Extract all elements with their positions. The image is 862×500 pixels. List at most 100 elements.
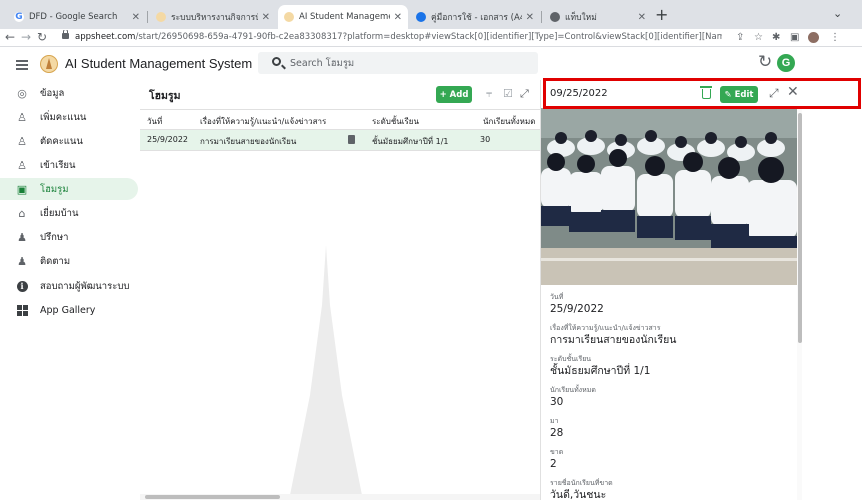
field-value: 2 [550,458,557,470]
sidebar-item-contact-developer[interactable]: i สอบถามผู้พัฒนาระบบ [0,275,138,297]
sidebar-item-label: ตัดคะแนน [40,135,83,147]
url-host: appsheet.com [75,32,136,42]
column-header-total-students[interactable]: นักเรียนทั้งหมด [483,115,535,128]
tab-divider [147,11,148,23]
homeroom-photo [541,108,797,285]
info-icon: i [16,280,28,292]
browser-menu-icon[interactable]: ⋮ [830,31,840,44]
sidebar-item-label: โฮมรูม [40,183,69,195]
chrome-favicon-icon [550,12,560,22]
browser-tab-manual-doc[interactable]: คู่มือการใช้ - เอกสาร (A4) ✕ [410,5,540,29]
horizontal-scrollbar[interactable] [140,494,540,500]
browser-tab-student-affairs[interactable]: ระบบบริหารงานกิจการนักเรียน อร ✕ [150,5,276,29]
field-label: มา [550,417,559,425]
tab-search-button[interactable]: ⌄ [833,7,842,20]
close-tab-icon[interactable]: ✕ [262,12,270,23]
document-icon [348,135,355,144]
sidebar-item-label: สอบถามผู้พัฒนาระบบ [40,280,130,292]
forward-arrow-icon[interactable]: → [21,30,31,45]
app-logo [40,55,58,73]
sidebar-nav: ◎ ข้อมูล ♙ เพิ่มคะแนน ♙ ตัดคะแนน ♙ เข้าเ… [0,80,140,500]
reload-icon[interactable]: ↻ [37,30,47,45]
sidebar-item-deduct-score[interactable]: ♙ ตัดคะแนน [0,130,138,152]
field-value: 25/9/2022 [550,303,604,315]
field-present: มา 28 [550,416,790,440]
app-gallery-icon [16,304,28,316]
browser-tab-google-search[interactable]: G DFD - Google Search ✕ [8,5,146,29]
select-checkbox-icon[interactable]: ☑ [503,88,513,100]
user-avatar[interactable]: G [777,54,795,72]
url-field[interactable]: appsheet.com/start/26950698-659a-4791-90… [62,30,722,45]
field-absent: ขาด 2 [550,447,790,471]
field-date: วันที่ 25/9/2022 [550,292,790,316]
profile-avatar-icon[interactable] [808,32,819,43]
vertical-scrollbar[interactable] [797,108,802,500]
menu-hamburger-icon[interactable] [16,60,28,70]
cell-topic: การมาเรียนสายของนักเรียน [200,137,297,146]
share-icon[interactable]: ⇪ [736,31,744,44]
sidebar-item-data[interactable]: ◎ ข้อมูล [0,82,138,104]
docs-favicon-icon [416,12,426,22]
filter-icon[interactable]: ⫧ [486,88,492,100]
sidebar-item-label: ข้อมูล [40,87,65,99]
classroom-icon: ▣ [16,182,28,196]
side-panel-icon[interactable]: ▣ [790,31,799,44]
browser-tab-new-tab[interactable]: แท็บใหม่ ✕ [544,5,652,29]
expand-view-icon[interactable]: ⤢ [520,88,529,100]
cell-date: 25/9/2022 [147,135,189,144]
field-topic: เรื่องที่ให้ความรู้/แนะนำ/แจ้งข่าวสาร กา… [550,323,790,347]
tab-label: DFD - Google Search [29,12,118,22]
field-total-students: นักเรียนทั้งหมด 30 [550,385,790,409]
column-header-date[interactable]: วันที่ [147,115,162,128]
browser-tab-bar: G DFD - Google Search ✕ ระบบบริหารงานกิจ… [0,0,862,29]
home-visit-icon: ⌂ [18,206,26,220]
sidebar-item-follow-up[interactable]: ♟ ติดตาม [0,250,138,272]
back-arrow-icon[interactable]: ← [5,30,15,45]
table-row[interactable]: 25/9/2022 การมาเรียนสายของนักเรียน ชั้นม… [140,130,540,151]
close-tab-icon[interactable]: ✕ [132,12,140,23]
sidebar-item-label: เยี่ยมบ้าน [40,207,79,219]
bookmark-star-icon[interactable]: ☆ [754,31,763,44]
app-title: AI Student Management System [65,56,253,71]
app-header: AI Student Management System Search โฮมร… [0,48,862,80]
scrollbar-thumb[interactable] [145,495,280,499]
lock-icon [62,30,69,39]
search-input[interactable]: Search โฮมรูม [258,52,538,74]
field-label: ระดับชั้นเรียน [550,355,592,363]
refresh-icon[interactable]: ↻ [758,52,772,72]
consult-icon: ♟ [17,230,27,244]
sidebar-item-home-visit[interactable]: ⌂ เยี่ยมบ้าน [0,202,138,224]
field-value: วันดี,วันชนะ [550,489,607,500]
info-glyph: i [16,280,28,292]
sidebar-item-app-gallery[interactable]: App Gallery [0,299,138,321]
column-header-class-level[interactable]: ระดับชั้นเรียน [372,115,419,128]
add-button[interactable]: + Add [436,86,472,103]
person-add-icon: ♙ [17,110,27,124]
tab-label: แท็บใหม่ [565,13,597,23]
sidebar-item-add-score[interactable]: ♙ เพิ่มคะแนน [0,106,138,128]
field-value: 28 [550,427,564,439]
tab-label: AI Student Management Syste [299,12,390,22]
extensions-icon[interactable]: ✱ [772,31,780,44]
column-header-topic[interactable]: เรื่องที่ให้ความรู้/แนะนำ/แจ้งข่าวสาร [200,115,326,128]
field-label: วันที่ [550,293,564,301]
field-value: ชั้นมัธยมศึกษาปีที่ 1/1 [550,365,651,377]
field-class-level: ระดับชั้นเรียน ชั้นมัธยมศึกษาปีที่ 1/1 [550,354,790,378]
browser-tab-ai-student[interactable]: AI Student Management Syste ✕ [278,5,408,29]
sidebar-item-consult[interactable]: ♟ ปรึกษา [0,226,138,248]
sidebar-item-homeroom[interactable]: ▣ โฮมรูม [0,178,138,200]
url-path: /start/26950698-659a-4791-90fb-c2ea83308… [135,32,722,42]
field-value: 30 [550,396,564,408]
annotation-highlight-box [543,78,861,109]
close-tab-icon[interactable]: ✕ [394,12,402,23]
scrollbar-thumb[interactable] [798,113,802,343]
new-tab-button[interactable]: + [655,7,668,23]
sidebar-item-attendance[interactable]: ♙ เข้าเรียน [0,154,138,176]
close-tab-icon[interactable]: ✕ [526,12,534,23]
field-label: ขาด [550,448,564,456]
tab-label: คู่มือการใช้ - เอกสาร (A4) [431,13,522,23]
field-absent-names: รายชื่อนักเรียนที่ขาด วันดี,วันชนะ [550,478,790,500]
close-tab-icon[interactable]: ✕ [638,12,646,23]
people-icon: ♙ [17,158,27,172]
app-favicon-icon [156,12,166,22]
